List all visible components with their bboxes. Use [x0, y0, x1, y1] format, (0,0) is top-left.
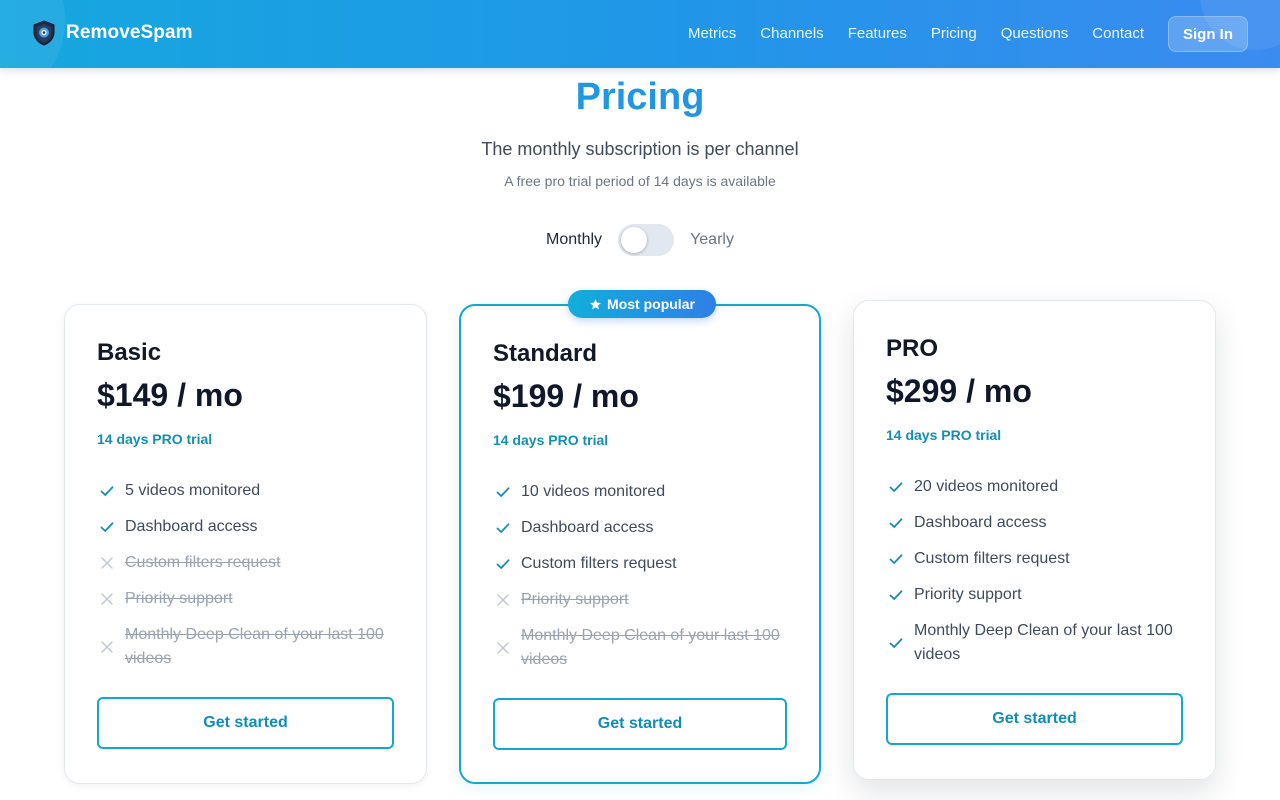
- star-icon: [590, 298, 601, 309]
- get-started-button-pro[interactable]: Get started: [886, 693, 1183, 745]
- feature-item: Custom filters request: [886, 541, 1186, 577]
- trial-note: A free pro trial period of 14 days is av…: [504, 173, 776, 189]
- feature-item: 10 videos monitored: [493, 474, 793, 510]
- plan-name: PRO: [886, 335, 939, 362]
- feature-item: 5 videos monitored: [97, 473, 397, 509]
- feature-list: 5 videos monitored Dashboard access Cust…: [97, 473, 397, 677]
- cross-icon: [493, 590, 513, 610]
- feature-text: Custom filters request: [914, 550, 1070, 567]
- cross-icon: [97, 553, 117, 573]
- plan-trial: 14 days PRO trial: [97, 431, 213, 447]
- check-icon: [886, 513, 906, 533]
- page-title: Pricing: [0, 76, 1280, 119]
- nav-link-metrics[interactable]: Metrics: [688, 16, 736, 52]
- feature-item: Dashboard access: [886, 505, 1186, 541]
- nav-link-features[interactable]: Features: [848, 16, 907, 52]
- cross-icon: [97, 637, 117, 657]
- brand-name: RemoveSpam: [66, 22, 193, 43]
- feature-list: 10 videos monitored Dashboard access Cus…: [493, 474, 793, 678]
- feature-item: Dashboard access: [493, 510, 793, 546]
- check-icon: [97, 517, 117, 537]
- feature-item: Monthly Deep Clean of your last 100 vide…: [886, 613, 1186, 673]
- feature-item: Custom filters request: [97, 545, 397, 581]
- check-icon: [886, 633, 906, 653]
- feature-text: Dashboard access: [521, 519, 654, 536]
- billing-period-toggle-row: Monthly Yearly: [0, 224, 1280, 256]
- badge-label: Most popular: [607, 296, 695, 312]
- cross-icon: [97, 589, 117, 609]
- feature-item: Priority support: [886, 577, 1186, 613]
- pricing-subtitle: The monthly subscription is per channel: [481, 139, 799, 159]
- check-icon: [493, 482, 513, 502]
- shield-logo-icon: [33, 20, 55, 46]
- plan-card-basic: Basic $149 / mo 14 days PRO trial 5 vide…: [64, 304, 427, 784]
- feature-text: Priority support: [914, 586, 1022, 603]
- feature-text: Priority support: [125, 590, 233, 607]
- plan-name: Basic: [97, 339, 162, 366]
- plan-price: $299 / mo: [886, 373, 1032, 409]
- sign-in-button[interactable]: Sign In: [1168, 16, 1248, 52]
- feature-item: Custom filters request: [493, 546, 793, 582]
- feature-item: 20 videos monitored: [886, 469, 1186, 505]
- feature-text: Monthly Deep Clean of your last 100 vide…: [914, 622, 1173, 663]
- check-icon: [886, 477, 906, 497]
- feature-text: 5 videos monitored: [125, 482, 261, 499]
- nav-link-questions[interactable]: Questions: [1001, 16, 1069, 52]
- feature-text: Monthly Deep Clean of your last 100 vide…: [125, 626, 384, 667]
- feature-text: 20 videos monitored: [914, 478, 1059, 495]
- switch-knob: [621, 227, 648, 253]
- plan-price: $199 / mo: [493, 378, 639, 414]
- monthly-label[interactable]: Monthly: [546, 224, 602, 256]
- plan-name: Standard: [493, 340, 598, 367]
- feature-item: Monthly Deep Clean of your last 100 vide…: [493, 618, 793, 678]
- feature-item: Monthly Deep Clean of your last 100 vide…: [97, 617, 397, 677]
- cross-icon: [493, 638, 513, 658]
- get-started-button-standard[interactable]: Get started: [493, 698, 787, 750]
- plan-card-standard: Most popular Standard $199 / mo 14 days …: [459, 290, 821, 784]
- plan-price: $149 / mo: [97, 377, 243, 413]
- plan-trial: 14 days PRO trial: [886, 427, 1002, 443]
- top-navbar: RemoveSpam Metrics Channels Features Pri…: [0, 0, 1280, 68]
- feature-item: Dashboard access: [97, 509, 397, 545]
- nav-link-channels[interactable]: Channels: [760, 16, 823, 52]
- main-nav: Metrics Channels Features Pricing Questi…: [664, 16, 1248, 52]
- feature-text: 10 videos monitored: [521, 483, 666, 500]
- check-icon: [886, 585, 906, 605]
- plan-trial: 14 days PRO trial: [493, 432, 609, 448]
- feature-item: Priority support: [493, 582, 793, 618]
- nav-link-contact[interactable]: Contact: [1092, 16, 1144, 52]
- feature-text: Custom filters request: [521, 555, 677, 572]
- feature-text: Monthly Deep Clean of your last 100 vide…: [521, 627, 780, 668]
- check-icon: [493, 554, 513, 574]
- feature-item: Priority support: [97, 581, 397, 617]
- feature-text: Dashboard access: [125, 518, 258, 535]
- feature-text: Custom filters request: [125, 554, 281, 571]
- yearly-label[interactable]: Yearly: [690, 224, 734, 256]
- feature-list: 20 videos monitored Dashboard access Cus…: [886, 469, 1186, 673]
- plan-card-pro: PRO $299 / mo 14 days PRO trial 20 video…: [853, 300, 1216, 780]
- check-icon: [886, 549, 906, 569]
- check-icon: [97, 481, 117, 501]
- nav-link-pricing[interactable]: Pricing: [931, 16, 977, 52]
- brand-home-link[interactable]: RemoveSpam: [32, 20, 193, 46]
- feature-text: Priority support: [521, 591, 629, 608]
- get-started-button-basic[interactable]: Get started: [97, 697, 394, 749]
- billing-period-switch[interactable]: [618, 224, 675, 256]
- check-icon: [493, 518, 513, 538]
- most-popular-badge: Most popular: [568, 290, 716, 318]
- feature-text: Dashboard access: [914, 514, 1047, 531]
